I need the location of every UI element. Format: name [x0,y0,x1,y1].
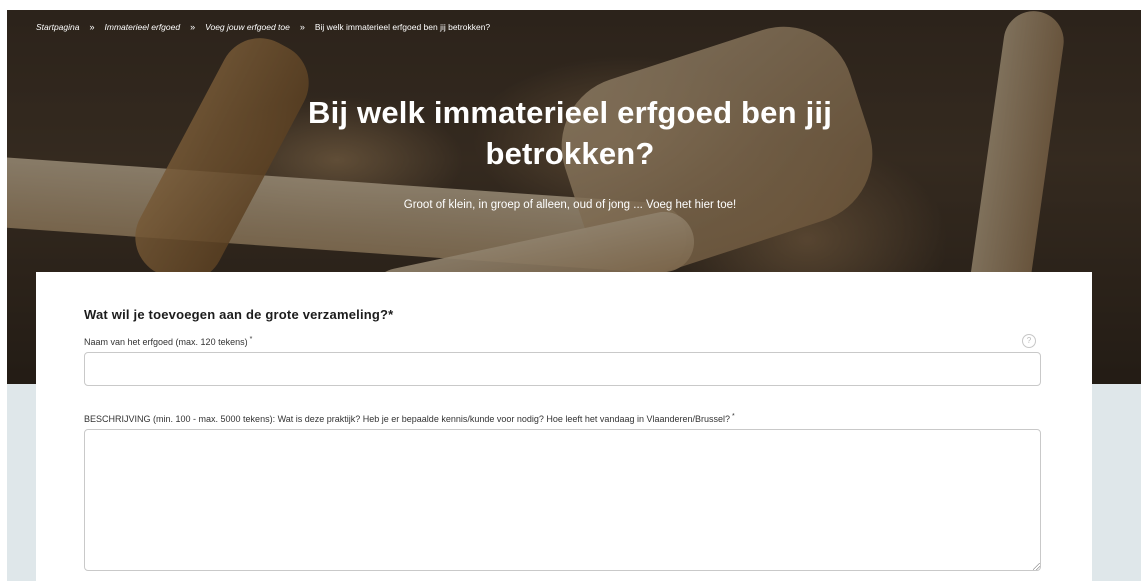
name-field-label-text: Naam van het erfgoed (max. 120 tekens) [84,337,248,347]
description-textarea[interactable] [84,429,1041,571]
page-title-line-1: Bij welk immaterieel erfgoed ben jij [307,95,833,130]
description-field-label-text: BESCHRIJVING (min. 100 - max. 5000 teken… [84,414,731,424]
breadcrumb-separator: » [190,22,196,32]
question-circle-icon[interactable]: ? [1022,334,1036,348]
page-subtitle: Groot of klein, in groep of alleen, oud … [403,199,737,211]
breadcrumb-separator: » [299,22,305,32]
heritage-name-input[interactable] [84,352,1041,386]
required-mark: * [249,336,253,343]
breadcrumb-current: Bij welk immaterieel erfgoed ben jij bet… [314,22,491,32]
description-field-label: BESCHRIJVING (min. 100 - max. 5000 teken… [84,413,735,424]
page-title-line-2: betrokken? [485,136,655,171]
form-section-title: Wat wil je toevoegen aan de grote verzam… [84,307,394,322]
breadcrumb: Startpagina » Immaterieel erfgoed » Voeg… [36,20,490,34]
name-field-label: Naam van het erfgoed (max. 120 tekens) * [84,336,252,347]
heritage-form-card: Wat wil je toevoegen aan de grote verzam… [36,272,1092,581]
textarea-resize-handle[interactable] [1033,563,1040,570]
required-mark: * [732,413,735,420]
breadcrumb-link-intangible-heritage[interactable]: Immaterieel erfgoed [105,22,181,32]
breadcrumb-link-add-heritage[interactable]: Voeg jouw erfgoed toe [205,22,290,32]
breadcrumb-link-home[interactable]: Startpagina [36,22,79,32]
breadcrumb-separator: » [89,22,95,32]
page-title: Bij welk immaterieel erfgoed ben jij bet… [230,92,910,174]
